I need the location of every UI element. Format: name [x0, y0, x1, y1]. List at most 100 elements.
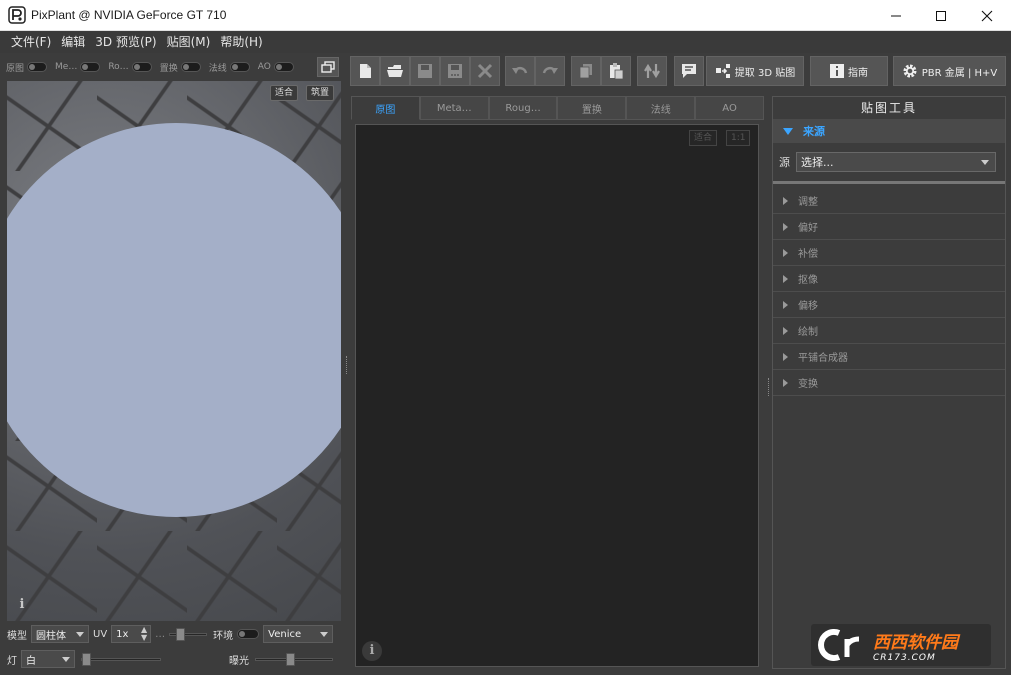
preview-model — [7, 123, 341, 517]
more-ellipsis: … — [155, 628, 166, 640]
tool-item-paint[interactable]: 绘制 — [773, 318, 1005, 344]
uv-slider[interactable] — [169, 624, 208, 644]
slider-knob[interactable] — [176, 628, 186, 641]
pbr-settings-button[interactable]: PBR 金属 | H+V — [893, 56, 1006, 86]
menu-bar: 文件(F) 编辑 3D 预览(P) 贴图(M) 帮助(H) — [0, 31, 1011, 53]
copy-button[interactable] — [571, 56, 601, 86]
tab-normal[interactable]: 法线 — [626, 96, 696, 120]
copy-icon — [579, 64, 592, 79]
save-as-button[interactable] — [440, 56, 470, 86]
minimize-button[interactable] — [873, 0, 919, 31]
collapsed-triangle-icon — [783, 378, 788, 387]
redo-button[interactable] — [535, 56, 565, 86]
light-controls: 灯 白 曝光 — [0, 648, 345, 670]
info-icon[interactable]: i — [14, 597, 30, 613]
guide-button[interactable]: 指南 — [810, 56, 888, 86]
tool-item-transform[interactable]: 变换 — [773, 370, 1005, 396]
uv-label: UV — [93, 628, 108, 640]
env-toggle[interactable] — [237, 629, 260, 639]
gear-icon — [903, 64, 917, 78]
tool-item-compensate[interactable]: 补偿 — [773, 240, 1005, 266]
extract-3d-map-button[interactable]: 提取 3D 贴图 — [706, 56, 804, 86]
model-controls: 模型 圆柱体 UV 1x ▲ ▼ … 环境 Venice — [0, 623, 345, 645]
channel-toggle[interactable] — [229, 62, 250, 72]
left-splitter-handle[interactable] — [346, 356, 348, 374]
maximize-icon — [936, 10, 946, 21]
light-select[interactable]: 白 — [21, 650, 75, 668]
env-select[interactable]: Venice — [263, 625, 334, 643]
viewport-3d[interactable]: 适合 筑置 i — [7, 81, 341, 621]
menu-file[interactable]: 文件(F) — [6, 31, 56, 53]
channel-label: Ro… — [108, 62, 129, 72]
chevron-down-icon — [76, 632, 84, 637]
right-splitter-handle[interactable] — [768, 378, 770, 396]
tool-item-adjust[interactable]: 调整 — [773, 188, 1005, 214]
close-button[interactable] — [964, 0, 1010, 31]
channel-toggle[interactable] — [131, 62, 152, 72]
preview-3d-panel: 原图 Me… Ro… 置换 法线 AO 适合 筑置 i 模型 圆柱体 UV 1x… — [0, 53, 345, 675]
menu-help[interactable]: 帮助(H) — [215, 31, 267, 53]
detach-view-button[interactable] — [317, 57, 339, 77]
guide-label: 指南 — [848, 67, 868, 79]
tool-item-offset[interactable]: 偏移 — [773, 292, 1005, 318]
tool-item-label: 抠像 — [798, 275, 818, 286]
slider-knob[interactable] — [286, 653, 295, 666]
channel-toggle[interactable] — [80, 62, 101, 72]
map-canvas[interactable]: 适合 1:1 i — [355, 124, 759, 667]
channel-toggle[interactable] — [27, 62, 48, 72]
slider-track — [81, 653, 161, 666]
menu-map[interactable]: 贴图(M) — [162, 31, 216, 53]
folder-open-icon — [387, 65, 403, 77]
channel-label: 法线 — [208, 63, 227, 74]
save-icon — [418, 64, 432, 78]
tab-original[interactable]: 原图 — [351, 96, 420, 120]
source-label: 源 — [779, 156, 790, 169]
comment-button[interactable] — [674, 56, 704, 86]
map-tools-panel: 贴图工具 来源 源 选择... 调整 偏好 补偿 抠像 偏移 绘制 平铺合成器 … — [772, 96, 1006, 669]
tab-ao[interactable]: AO — [695, 96, 764, 120]
tool-item-label: 偏好 — [798, 223, 818, 234]
source-select[interactable]: 选择... — [796, 152, 996, 172]
chevron-down-icon — [320, 632, 329, 637]
channel-label: Me… — [55, 62, 78, 72]
panel-title: 贴图工具 — [860, 101, 917, 115]
exposure-slider[interactable] — [255, 649, 333, 669]
channel-toggle[interactable] — [273, 62, 294, 72]
tab-roughness[interactable]: Roug… — [488, 96, 558, 120]
fit-button[interactable]: 适合 — [270, 85, 299, 101]
light-slider[interactable] — [81, 649, 161, 669]
save-as-icon — [448, 64, 462, 78]
channel-label: 原图 — [6, 63, 25, 74]
new-button[interactable] — [350, 56, 380, 86]
close-map-button[interactable] — [470, 56, 500, 86]
paste-button[interactable] — [601, 56, 631, 86]
open-button[interactable] — [380, 56, 410, 86]
tool-item-keying[interactable]: 抠像 — [773, 266, 1005, 292]
detach-window-icon — [321, 61, 335, 73]
tool-item-label: 平铺合成器 — [798, 353, 848, 364]
collapsed-triangle-icon — [783, 352, 788, 361]
channel-toggle[interactable] — [180, 62, 201, 72]
map-editor-panel: 原图 Meta… Roug… 置换 法线 AO 适合 1:1 i — [351, 96, 764, 669]
menu-3d-preview[interactable]: 3D 预览(P) — [90, 31, 161, 53]
save-button[interactable] — [410, 56, 440, 86]
model-select[interactable]: 圆柱体 — [31, 625, 89, 643]
tab-metallic[interactable]: Meta… — [419, 96, 489, 120]
source-section-header[interactable]: 来源 — [773, 119, 1005, 143]
window-title: PixPlant @ NVIDIA GeForce GT 710 — [31, 8, 227, 22]
undo-button[interactable] — [505, 56, 535, 86]
uv-stepper[interactable]: 1x ▲ ▼ — [111, 625, 152, 643]
menu-edit[interactable]: 编辑 — [56, 31, 90, 53]
tool-item-tile-synth[interactable]: 平铺合成器 — [773, 344, 1005, 370]
canvas-fit-button[interactable]: 适合 — [689, 130, 718, 146]
tab-displacement[interactable]: 置换 — [557, 96, 627, 120]
canvas-ratio-button[interactable]: 1:1 — [726, 130, 751, 146]
stepper-arrows-icon: ▲ ▼ — [141, 625, 148, 642]
tile-button[interactable]: 筑置 — [306, 85, 335, 101]
canvas-info-icon[interactable]: i — [362, 641, 382, 661]
watermark-logo: 西西软件园 CR173.COM — [811, 624, 991, 666]
maximize-button[interactable] — [918, 0, 964, 31]
tool-item-preference[interactable]: 偏好 — [773, 214, 1005, 240]
swap-button[interactable] — [637, 56, 667, 86]
slider-knob[interactable] — [82, 653, 91, 666]
